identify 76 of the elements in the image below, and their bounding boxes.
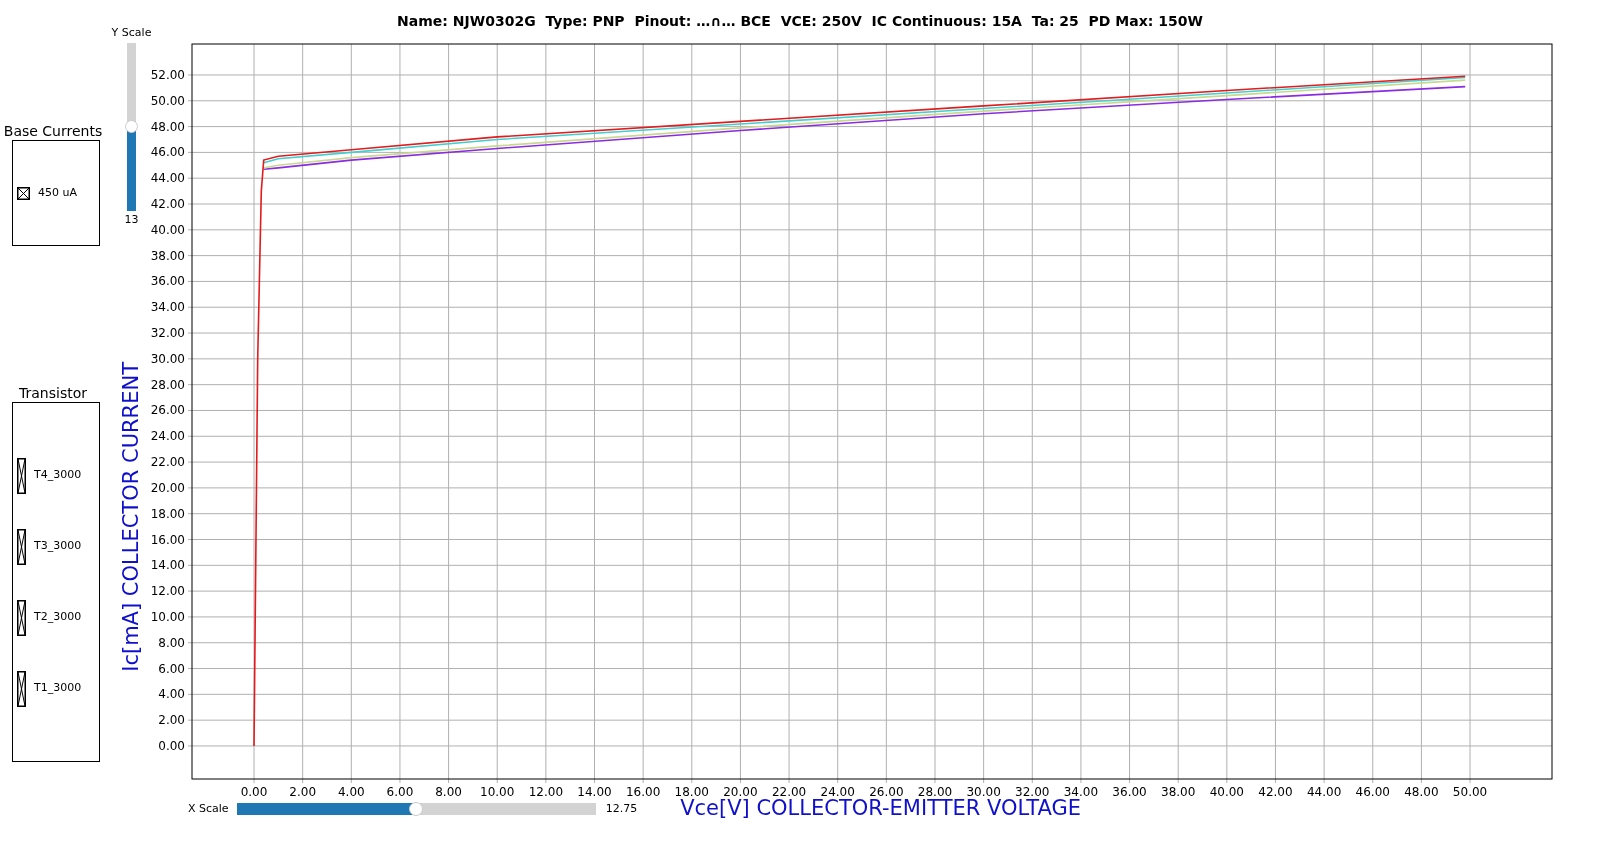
x-tick-label: 4.00 [337,785,365,799]
x-tick-label: 24.00 [820,785,855,799]
horizontal-slider-track[interactable] [236,803,596,815]
y-tick-label: 8.00 [158,635,185,650]
y-tick-label: 36.00 [150,274,185,289]
x-tick-label: 38.00 [1161,785,1196,799]
y-tick-label: 12.00 [150,584,185,599]
y-tick-label: 40.00 [150,222,185,237]
y-tick-label: 4.00 [158,687,185,702]
y-axis-label: Ic[mA] COLLECTOR CURRENT [117,362,144,672]
y-tick-label: 14.00 [150,558,185,573]
y-tick-label: 2.00 [158,713,185,728]
y-tick-label: 44.00 [150,171,185,186]
x-tick-label: 48.00 [1404,785,1439,799]
chart-title: Name: NJW0302G Type: PNP Pinout: …∩… BCE VCE: 250V IC Continuous: 15A Ta: 25 PD Max: 150W [397,12,1203,31]
slider-value: 12.75 [605,800,638,817]
panel-title: Transistor [19,384,87,402]
x-tick-label: 16.00 [625,785,661,799]
x-tick-label: 30.00 [966,785,1001,799]
y-tick-label: 10.00 [150,609,185,624]
y-tick-label: 50.00 [150,93,185,108]
checkbox[interactable] [17,599,26,636]
x-tick-label: 34.00 [1063,785,1099,799]
y-tick-label: 28.00 [150,377,185,392]
x-tick-label: 44.00 [1306,785,1342,799]
y-tick-label: 18.00 [150,506,185,521]
y-tick-label: 34.00 [150,300,185,315]
x-tick-label: 36.00 [1112,785,1147,799]
x-tick-label: 20.00 [723,785,758,799]
checkbox[interactable] [17,457,26,494]
checkbox[interactable] [17,186,30,200]
x-tick-label: 2.00 [289,785,316,799]
y-tick-label: 46.00 [150,145,185,160]
slider-thumb[interactable] [125,120,138,133]
y-tick-label: 26.00 [150,403,185,418]
slider-label: X Scale [188,800,229,817]
x-tick-label: 10.00 [480,785,515,799]
x-tick-label: 18.00 [674,785,709,799]
x-tick-label: 22.00 [771,785,807,799]
slider-value: 13 [124,213,139,227]
y-tick-label: 16.00 [150,532,185,547]
x-axis-label: Vce[V] COLLECTOR-EMITTER VOLTAGE [680,796,1082,823]
x-tick-label: 40.00 [1209,785,1244,799]
slider-thumb[interactable] [409,802,424,816]
x-tick-label: 12.00 [528,785,564,799]
y-tick-label: 0.00 [158,738,185,753]
x-tick-label: 42.00 [1258,785,1293,799]
x-tick-label: 26.00 [869,785,904,799]
panel-title: Base Currents [3,122,103,140]
x-tick-label: 14.00 [577,785,612,799]
checkbox-label: 450 uA [38,184,77,201]
x-tick-label: 32.00 [1015,785,1050,799]
y-tick-label: 20.00 [150,480,185,495]
x-tick-label: 6.00 [386,785,414,799]
y-tick-label: 32.00 [150,326,185,341]
x-tick-label: 50.00 [1452,785,1488,799]
checkbox-label: T3_3000 [34,538,82,555]
x-tick-label: 28.00 [917,785,953,799]
y-tick-label: 30.00 [150,351,185,366]
checkbox[interactable] [17,528,26,565]
y-tick-label: 42.00 [150,197,185,211]
checkbox-label: T1_3000 [34,680,82,697]
checkbox[interactable] [17,670,26,707]
y-tick-label: 24.00 [150,429,185,444]
checkbox-label: T2_3000 [34,609,82,626]
y-tick-label: 38.00 [150,248,185,263]
checkbox-label: T4_3000 [34,467,82,484]
y-tick-label: 48.00 [150,119,185,134]
y-tick-label: 52.00 [150,67,185,82]
y-tick-label: 6.00 [158,661,185,676]
x-tick-label: 0.00 [240,785,268,799]
y-tick-label: 22.00 [150,455,185,470]
x-tick-label: 8.00 [435,785,462,799]
vertical-slider-track[interactable] [127,43,136,211]
x-tick-label: 46.00 [1355,785,1390,799]
slider-label: Y Scale [111,26,152,40]
